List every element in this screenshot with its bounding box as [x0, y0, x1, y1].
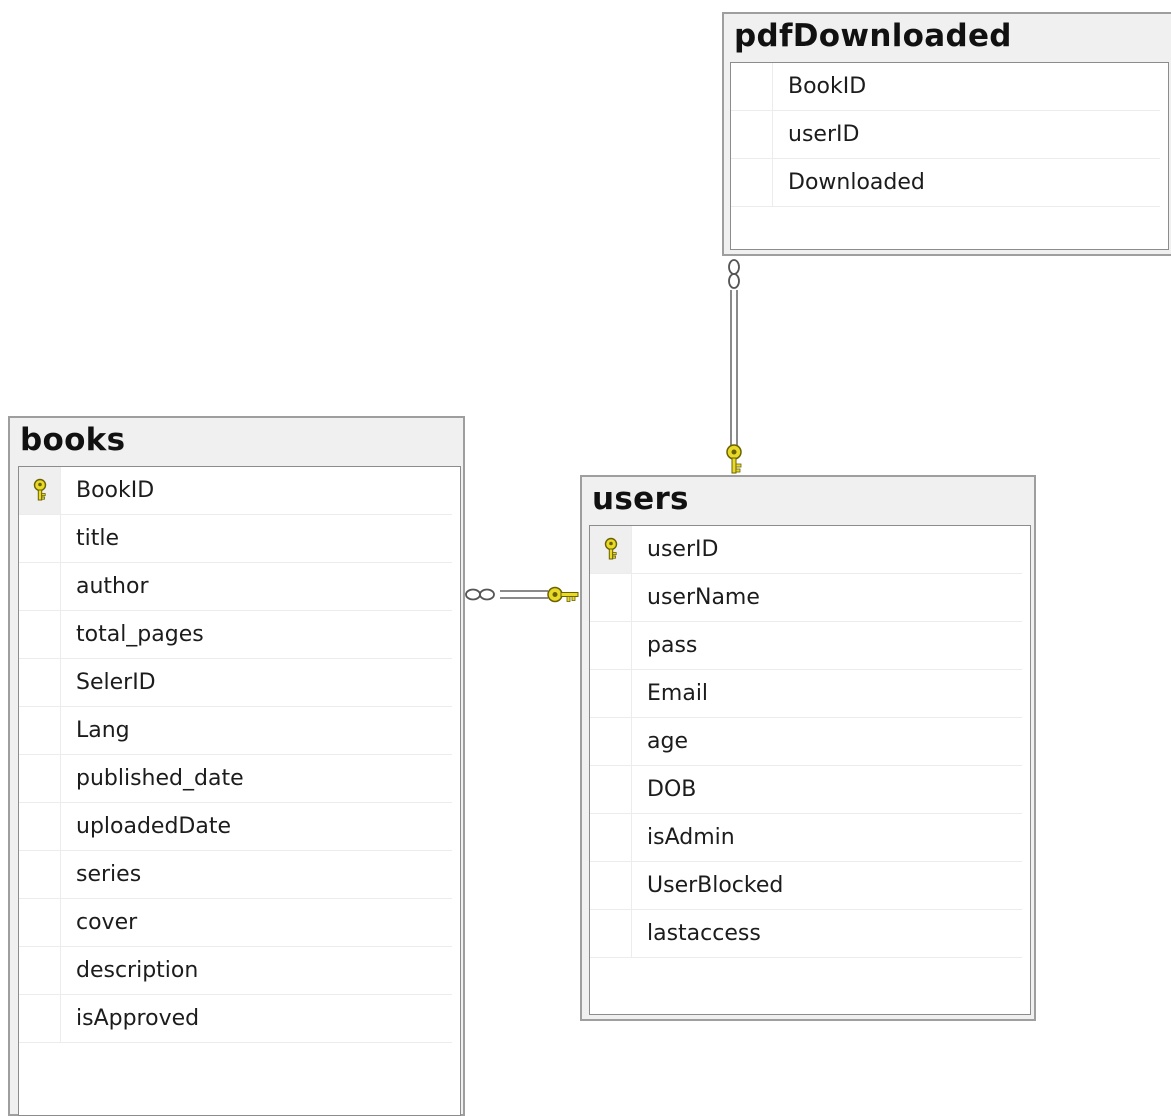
table-columns: userID userName pass Email age DOB isAdm…: [589, 525, 1031, 1015]
row-selector[interactable]: [19, 707, 61, 754]
key-icon: [547, 586, 579, 603]
table-title: pdfDownloaded: [734, 18, 1012, 54]
column-row[interactable]: Email: [590, 670, 1022, 718]
row-selector[interactable]: [590, 766, 632, 813]
column-name: pass: [647, 633, 698, 658]
row-selector[interactable]: [590, 862, 632, 909]
row-selector[interactable]: [19, 755, 61, 802]
column-name: Email: [647, 681, 709, 706]
column-row[interactable]: SelerID: [19, 659, 452, 707]
row-selector[interactable]: [19, 803, 61, 850]
row-selector[interactable]: [590, 670, 632, 717]
column-name: BookID: [788, 74, 867, 99]
column-row[interactable]: uploadedDate: [19, 803, 452, 851]
row-selector[interactable]: [19, 611, 61, 658]
column-row[interactable]: published_date: [19, 755, 452, 803]
column-name: userName: [647, 585, 760, 610]
column-row[interactable]: isAdmin: [590, 814, 1022, 862]
column-name: isAdmin: [647, 825, 735, 850]
column-row[interactable]: title: [19, 515, 452, 563]
column-row[interactable]: author: [19, 563, 452, 611]
row-selector[interactable]: [19, 563, 61, 610]
column-row[interactable]: BookID: [19, 467, 452, 515]
key-icon: [726, 444, 742, 474]
column-name: DOB: [647, 777, 697, 802]
relationship-books-users[interactable]: [465, 586, 579, 603]
column-name: userID: [647, 537, 719, 562]
column-row[interactable]: UserBlocked: [590, 862, 1022, 910]
table-title: users: [592, 481, 689, 517]
column-row[interactable]: BookID: [731, 63, 1160, 111]
column-name: cover: [76, 910, 138, 935]
row-selector[interactable]: [731, 159, 773, 206]
column-row[interactable]: userName: [590, 574, 1022, 622]
column-name: Lang: [76, 718, 130, 743]
row-selector[interactable]: [590, 574, 632, 621]
column-row[interactable]: DOB: [590, 766, 1022, 814]
column-name: BookID: [76, 478, 155, 503]
row-selector[interactable]: [590, 718, 632, 765]
row-selector[interactable]: [19, 515, 61, 562]
column-name: userID: [788, 122, 860, 147]
row-selector[interactable]: [590, 814, 632, 861]
column-name: isApproved: [76, 1006, 200, 1031]
table-users[interactable]: users userID userName pass Email age DOB…: [580, 475, 1036, 1021]
row-selector[interactable]: [590, 910, 632, 957]
column-name: UserBlocked: [647, 873, 784, 898]
row-selector[interactable]: [19, 467, 61, 514]
column-name: age: [647, 729, 688, 754]
column-row[interactable]: lastaccess: [590, 910, 1022, 958]
table-title: books: [20, 422, 126, 458]
column-name: series: [76, 862, 142, 887]
row-selector[interactable]: [19, 947, 61, 994]
column-row[interactable]: series: [19, 851, 452, 899]
column-row[interactable]: age: [590, 718, 1022, 766]
column-name: SelerID: [76, 670, 156, 695]
primary-key-icon: [604, 537, 618, 560]
column-row[interactable]: description: [19, 947, 452, 995]
column-name: title: [76, 526, 120, 551]
column-name: author: [76, 574, 149, 599]
diagram-canvas: pdfDownloaded BookID userID Downloaded b…: [0, 0, 1171, 1116]
row-selector[interactable]: [19, 899, 61, 946]
table-books[interactable]: books BookID title author total_pages Se…: [8, 416, 465, 1116]
column-row[interactable]: total_pages: [19, 611, 452, 659]
column-row[interactable]: Lang: [19, 707, 452, 755]
column-row[interactable]: Downloaded: [731, 159, 1160, 207]
row-selector[interactable]: [19, 659, 61, 706]
infinity-icon: [728, 259, 740, 289]
column-name: Downloaded: [788, 170, 925, 195]
infinity-icon: [465, 588, 495, 601]
row-selector[interactable]: [19, 851, 61, 898]
column-name: lastaccess: [647, 921, 761, 946]
column-name: description: [76, 958, 199, 983]
row-selector[interactable]: [731, 63, 773, 110]
primary-key-icon: [33, 478, 47, 501]
row-selector[interactable]: [590, 526, 632, 573]
column-row[interactable]: userID: [731, 111, 1160, 159]
relationship-pdfdownloaded-users[interactable]: [726, 259, 742, 474]
row-selector[interactable]: [731, 111, 773, 158]
table-pdfdownloaded[interactable]: pdfDownloaded BookID userID Downloaded: [722, 12, 1171, 256]
row-selector[interactable]: [19, 995, 61, 1042]
column-row[interactable]: cover: [19, 899, 452, 947]
column-row[interactable]: pass: [590, 622, 1022, 670]
column-name: published_date: [76, 766, 244, 791]
row-selector[interactable]: [590, 622, 632, 669]
table-columns: BookID userID Downloaded: [730, 62, 1169, 250]
column-row[interactable]: userID: [590, 526, 1022, 574]
column-row[interactable]: isApproved: [19, 995, 452, 1043]
column-name: uploadedDate: [76, 814, 232, 839]
column-name: total_pages: [76, 622, 204, 647]
table-columns: BookID title author total_pages SelerID …: [18, 466, 461, 1116]
